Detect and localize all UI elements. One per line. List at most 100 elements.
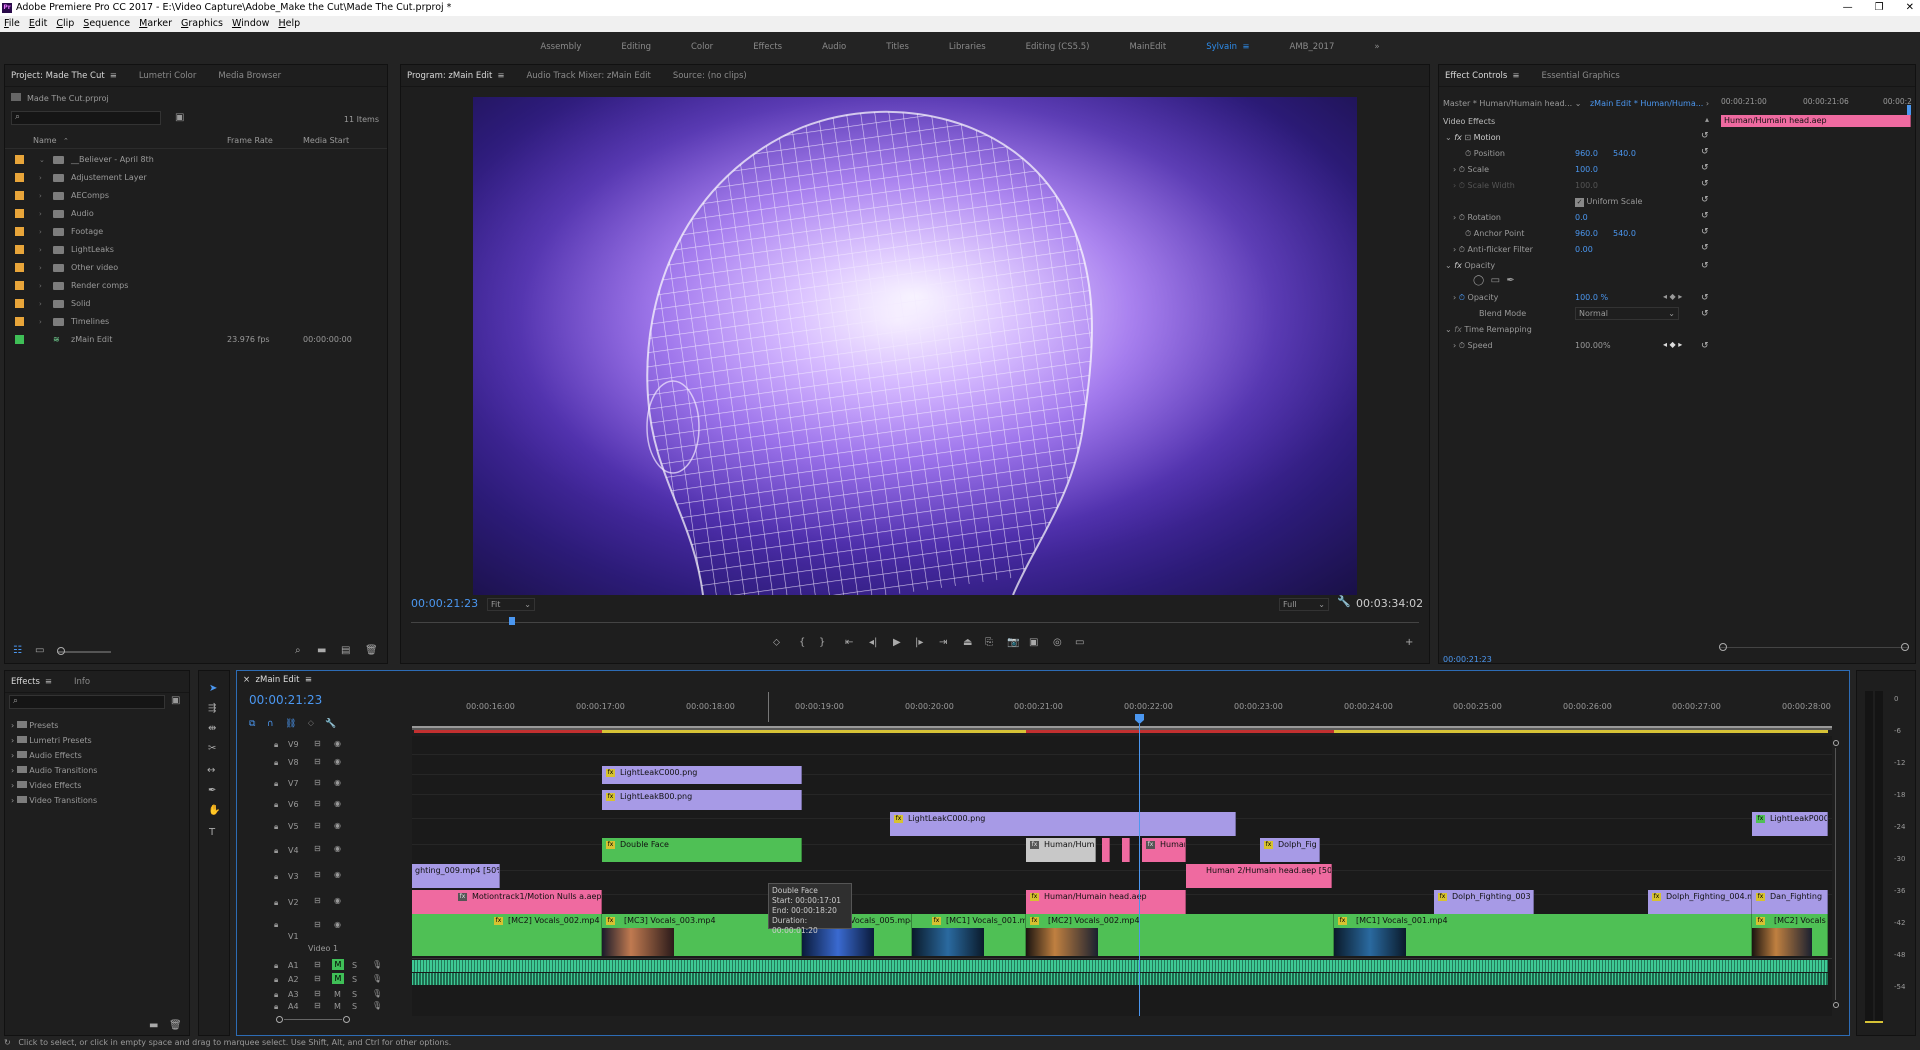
track-label[interactable]: V2 xyxy=(288,898,299,907)
chevron-right-icon[interactable]: › xyxy=(1453,213,1456,222)
icon-view-icon[interactable]: ▭ xyxy=(35,645,44,656)
nest-icon[interactable]: ⧉ xyxy=(249,719,255,729)
chevron-down-icon[interactable]: ⌄ xyxy=(39,151,45,169)
effect-controls-zoom[interactable] xyxy=(1719,643,1909,651)
timeline-clip[interactable]: fx [MC2] Vocals xyxy=(1752,914,1828,956)
button-editor-icon[interactable]: + xyxy=(1405,637,1413,648)
reset-icon[interactable]: ↺ xyxy=(1701,261,1709,271)
workspace-sylvain[interactable]: Sylvain ≡ xyxy=(1186,42,1269,52)
stopwatch-icon[interactable]: ⏱ xyxy=(1459,245,1465,254)
clear-icon[interactable]: 🗑 xyxy=(365,645,378,656)
tab-essential-graphics[interactable]: Essential Graphics xyxy=(1541,71,1619,81)
go-to-out-icon[interactable]: ⇥ xyxy=(939,637,947,648)
tab-media-browser[interactable]: Media Browser xyxy=(218,71,281,81)
tab-project[interactable]: Project: Made The Cut ≡ xyxy=(11,71,117,81)
step-back-icon[interactable]: ◂| xyxy=(869,637,877,648)
workspace-amb-2017[interactable]: AMB_2017 xyxy=(1270,42,1355,52)
extract-icon[interactable]: ⎘ xyxy=(985,637,993,648)
microphone-icon[interactable]: 🎙︎ xyxy=(372,1001,382,1010)
timeline-clip[interactable]: fx Dolph_Fig xyxy=(1260,838,1320,862)
lock-icon[interactable]: 🔒︎ xyxy=(274,975,278,985)
lock-icon[interactable]: 🔒︎ xyxy=(274,1002,278,1012)
timeline-ruler[interactable] xyxy=(412,690,1832,730)
microphone-icon[interactable]: 🎙︎ xyxy=(372,974,382,983)
timeline-clip[interactable]: fx Human/Humain head.aep xyxy=(1026,890,1186,914)
eye-icon[interactable]: ◉ xyxy=(334,739,341,748)
audio-clip-a2[interactable] xyxy=(412,973,1828,985)
chevron-down-icon[interactable]: ⌄ xyxy=(1445,133,1452,142)
panel-menu-icon[interactable]: ≡ xyxy=(305,675,312,685)
lock-icon[interactable]: 🔒︎ xyxy=(274,779,278,789)
reset-icon[interactable]: ↺ xyxy=(1701,163,1709,173)
track-label[interactable]: V4 xyxy=(288,846,299,855)
pen-mask-icon[interactable]: ✒ xyxy=(1506,275,1514,286)
workspace-color[interactable]: Color xyxy=(671,42,733,52)
close-icon[interactable]: ✕ xyxy=(1906,0,1914,16)
mute-button[interactable]: M xyxy=(334,1002,341,1011)
step-forward-icon[interactable]: |▸ xyxy=(915,637,923,648)
list-item[interactable]: › Solid xyxy=(5,295,387,313)
eye-icon[interactable]: ◉ xyxy=(334,920,341,929)
panel-menu-icon[interactable]: ≡ xyxy=(497,71,504,81)
wrench-icon[interactable]: 🔧 xyxy=(1337,595,1351,608)
settings-wrench-icon[interactable]: 🔧 xyxy=(325,719,336,729)
fit-dropdown[interactable]: Fit ⌄ xyxy=(487,598,535,611)
program-video-frame[interactable] xyxy=(473,97,1357,595)
stopwatch-icon[interactable]: ⏱ xyxy=(1459,213,1465,222)
timeline-clip[interactable]: fx Double Face xyxy=(602,838,802,862)
rectangle-mask-icon[interactable]: ▭ xyxy=(1491,275,1500,286)
mute-button[interactable]: M xyxy=(334,990,341,999)
tab-lumetri-color[interactable]: Lumetri Color xyxy=(139,71,197,81)
list-item[interactable]: › Other video xyxy=(5,259,387,277)
timeline-clip[interactable]: fx [MC1] Vocals_001.mp4 xyxy=(912,914,1026,956)
panel-menu-icon[interactable]: ≡ xyxy=(110,71,117,81)
timeline-clip[interactable]: fx Dolph_Fighting_003 xyxy=(1434,890,1534,914)
opacity-section-row[interactable]: ⌄ fx Opacity xyxy=(1445,261,1495,270)
blend-mode-dropdown[interactable]: Normal ⌄ xyxy=(1575,307,1679,320)
menu-graphics[interactable]: Graphics xyxy=(181,16,223,32)
column-name[interactable]: Name xyxy=(33,133,57,149)
slip-tool-icon[interactable]: ↔ xyxy=(207,765,215,776)
track-label[interactable]: V5 xyxy=(288,822,299,831)
hand-tool-icon[interactable]: ✋ xyxy=(208,805,220,816)
lift-icon[interactable]: ⏏ xyxy=(963,637,972,648)
timeline-clip[interactable]: Human 2/Humain head.aep [50%] xyxy=(1186,864,1332,888)
export-frame-icon[interactable]: 📷 xyxy=(1007,637,1019,648)
effects-item-video-transitions[interactable]: › Video Transitions xyxy=(11,792,97,810)
timeline-clip[interactable]: fx [MC2] Vocals_002.mp4 xyxy=(1026,914,1334,956)
lock-icon[interactable]: 🔒︎ xyxy=(274,990,278,1000)
timeline-vertical-scrollbar[interactable] xyxy=(1832,736,1840,1012)
sync-lock-icon[interactable]: ⊟ xyxy=(314,778,321,787)
eye-icon[interactable]: ◉ xyxy=(334,778,341,787)
playhead-marker[interactable] xyxy=(509,617,515,625)
timeline-clip[interactable]: fx [MC1] Vocals_001.mp4 xyxy=(1334,914,1752,956)
new-custom-bin-icon[interactable]: ▣ xyxy=(171,695,180,706)
snap-icon[interactable]: ∩ xyxy=(267,719,274,729)
sync-lock-icon[interactable]: ⊟ xyxy=(314,799,321,808)
stopwatch-icon[interactable]: ⏱ xyxy=(1459,165,1465,174)
list-item[interactable]: › Footage xyxy=(5,223,387,241)
solo-button[interactable]: S xyxy=(352,961,357,970)
timeline-clip[interactable]: fx Motiontrack1/Motion Nulls a.aep xyxy=(412,890,602,914)
eye-icon[interactable]: ◉ xyxy=(334,799,341,808)
track-label[interactable]: A3 xyxy=(288,990,299,999)
track-label[interactable]: A2 xyxy=(288,975,299,984)
list-item[interactable]: ⌄ __Believer - April 8th xyxy=(5,151,387,169)
chevron-right-icon[interactable]: › xyxy=(1453,165,1456,174)
menu-edit[interactable]: Edit xyxy=(29,16,47,32)
stopwatch-icon[interactable]: ⏱ xyxy=(1465,229,1471,238)
timeline-clip[interactable]: fx LightLeakC000.png xyxy=(890,812,1236,836)
panel-menu-icon[interactable]: ≡ xyxy=(45,677,52,687)
sequence-clip-label[interactable]: zMain Edit * Human/Huma... xyxy=(1590,99,1703,108)
reset-icon[interactable]: ↺ xyxy=(1701,211,1709,221)
lock-icon[interactable]: 🔒︎ xyxy=(274,872,278,882)
new-bin-icon[interactable]: ▬ xyxy=(317,645,326,656)
sync-lock-icon[interactable]: ⊟ xyxy=(314,844,321,853)
chevron-right-icon[interactable]: › xyxy=(1453,181,1456,190)
tab-audio-mixer[interactable]: Audio Track Mixer: zMain Edit xyxy=(526,71,650,81)
column-media-start[interactable]: Media Start xyxy=(303,133,349,149)
chevron-down-icon[interactable]: ⌄ xyxy=(1445,325,1452,334)
list-item[interactable]: › Adjustement Layer xyxy=(5,169,387,187)
reset-icon[interactable]: ↺ xyxy=(1701,147,1709,157)
delete-icon[interactable]: 🗑 xyxy=(169,1020,182,1031)
